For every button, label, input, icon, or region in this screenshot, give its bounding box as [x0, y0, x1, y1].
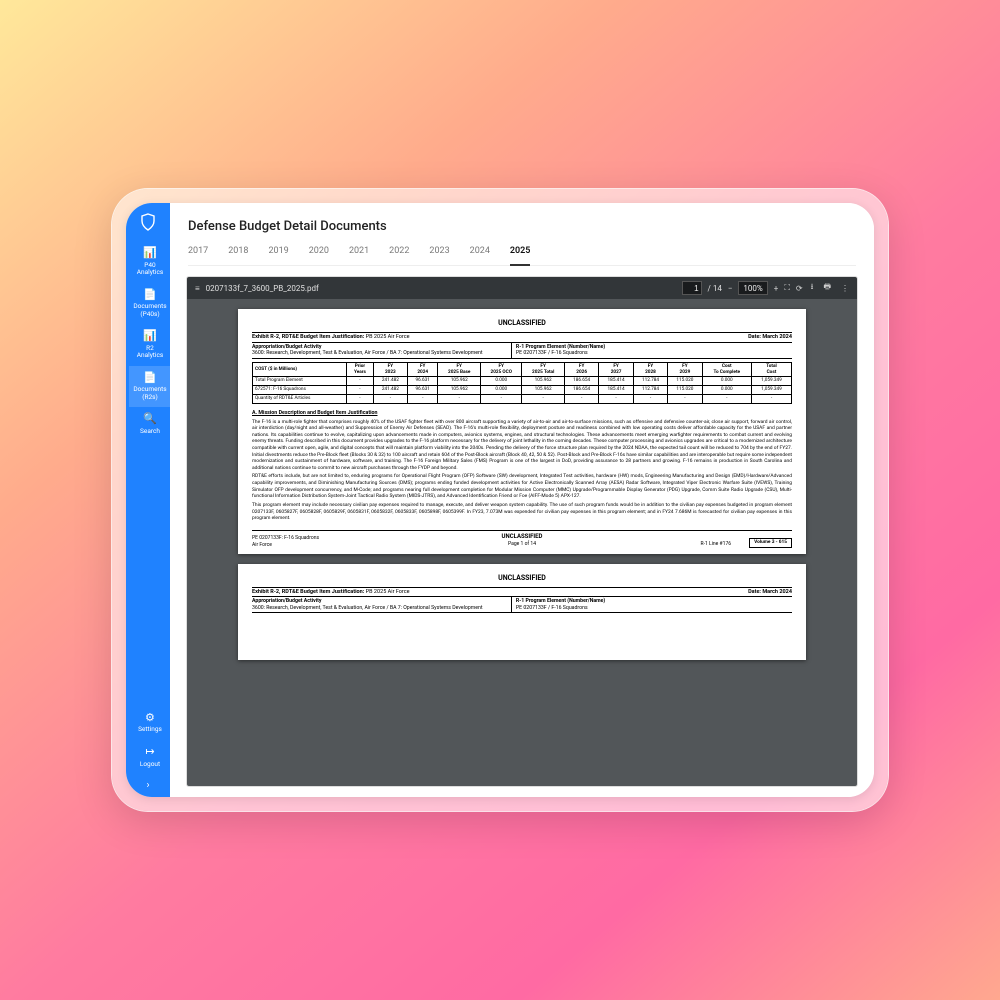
- tab-2019[interactable]: 2019: [268, 242, 288, 265]
- tab-2023[interactable]: 2023: [429, 242, 449, 265]
- rotate-icon[interactable]: ⟳: [796, 284, 803, 293]
- tab-2021[interactable]: 2021: [349, 242, 369, 265]
- zoom-out-icon[interactable]: −: [728, 284, 733, 293]
- pdf-filename: 0207133f_7_3600_PB_2025.pdf: [206, 284, 319, 293]
- pdf-canvas[interactable]: UNCLASSIFIED Exhibit R-2, RDT&E Budget I…: [187, 299, 857, 786]
- tab-2025[interactable]: 2025: [510, 242, 531, 266]
- zoom-in-icon[interactable]: +: [774, 284, 779, 293]
- nav-icon: 📊: [143, 247, 157, 260]
- cost-table: COST ($ in Millions)PriorYearsFY2023FY20…: [252, 362, 792, 404]
- nav-icon: 📄: [143, 289, 157, 302]
- classification-header: UNCLASSIFIED: [252, 319, 792, 328]
- tab-2022[interactable]: 2022: [389, 242, 409, 265]
- page-title: Defense Budget Detail Documents: [188, 219, 856, 234]
- app-root: 📊P40Analytics📄Documents(P40s)📊R2Analytic…: [126, 203, 874, 797]
- pdf-page-1: UNCLASSIFIED Exhibit R-2, RDT&E Budget I…: [238, 309, 806, 554]
- pdf-zoom-level[interactable]: 100%: [738, 281, 767, 295]
- download-icon[interactable]: ⭳: [811, 281, 814, 295]
- sidebar-item-3[interactable]: 📄Documents(R2s): [129, 366, 170, 408]
- tab-2017[interactable]: 2017: [188, 242, 208, 265]
- year-tabs: 2017 2018 2019 2020 2021 2022 2023 2024 2025: [188, 242, 856, 266]
- tab-2018[interactable]: 2018: [228, 242, 248, 265]
- print-icon[interactable]: 🖶: [823, 281, 831, 295]
- pdf-page-2: UNCLASSIFIED Exhibit R-2, RDT&E Budget I…: [238, 564, 806, 660]
- section-a-header: A. Mission Description and Budget Item J…: [252, 410, 792, 417]
- pdf-viewer: ≡ 0207133f_7_3600_PB_2025.pdf / 14 − 100…: [186, 276, 858, 787]
- sidebar: 📊P40Analytics📄Documents(P40s)📊R2Analytic…: [126, 203, 170, 797]
- fit-page-icon[interactable]: ⛶: [784, 283, 790, 293]
- tab-2020[interactable]: 2020: [309, 242, 329, 265]
- sidebar-item-0[interactable]: 📊P40Analytics: [129, 241, 170, 283]
- pdf-page-input[interactable]: [682, 281, 702, 295]
- menu-icon[interactable]: ≡: [195, 284, 200, 293]
- more-icon[interactable]: ⋮: [841, 284, 849, 293]
- pdf-page-total: / 14: [708, 284, 722, 293]
- nav-icon: 📄: [143, 372, 157, 385]
- tab-2024[interactable]: 2024: [470, 242, 490, 265]
- sidebar-item-2[interactable]: 📊R2Analytics: [129, 324, 170, 366]
- pdf-toolbar: ≡ 0207133f_7_3600_PB_2025.pdf / 14 − 100…: [187, 277, 857, 299]
- expand-sidebar-button[interactable]: ›: [126, 774, 170, 797]
- logo-shield-icon: [140, 213, 156, 233]
- nav-icon: 📊: [143, 330, 157, 343]
- nav-icon: 🔍: [143, 413, 157, 426]
- sidebar-item-4[interactable]: 🔍Search: [129, 407, 170, 441]
- nav-icon: ↦: [145, 746, 154, 759]
- sidebar-item-1[interactable]: 📄Documents(P40s): [129, 283, 170, 325]
- sidebar-bottom-1[interactable]: ↦Logout: [134, 740, 166, 774]
- content-area: Defense Budget Detail Documents 2017 2018…: [170, 203, 874, 797]
- sidebar-bottom-0[interactable]: ⚙Settings: [134, 706, 166, 740]
- nav-icon: ⚙: [145, 712, 155, 725]
